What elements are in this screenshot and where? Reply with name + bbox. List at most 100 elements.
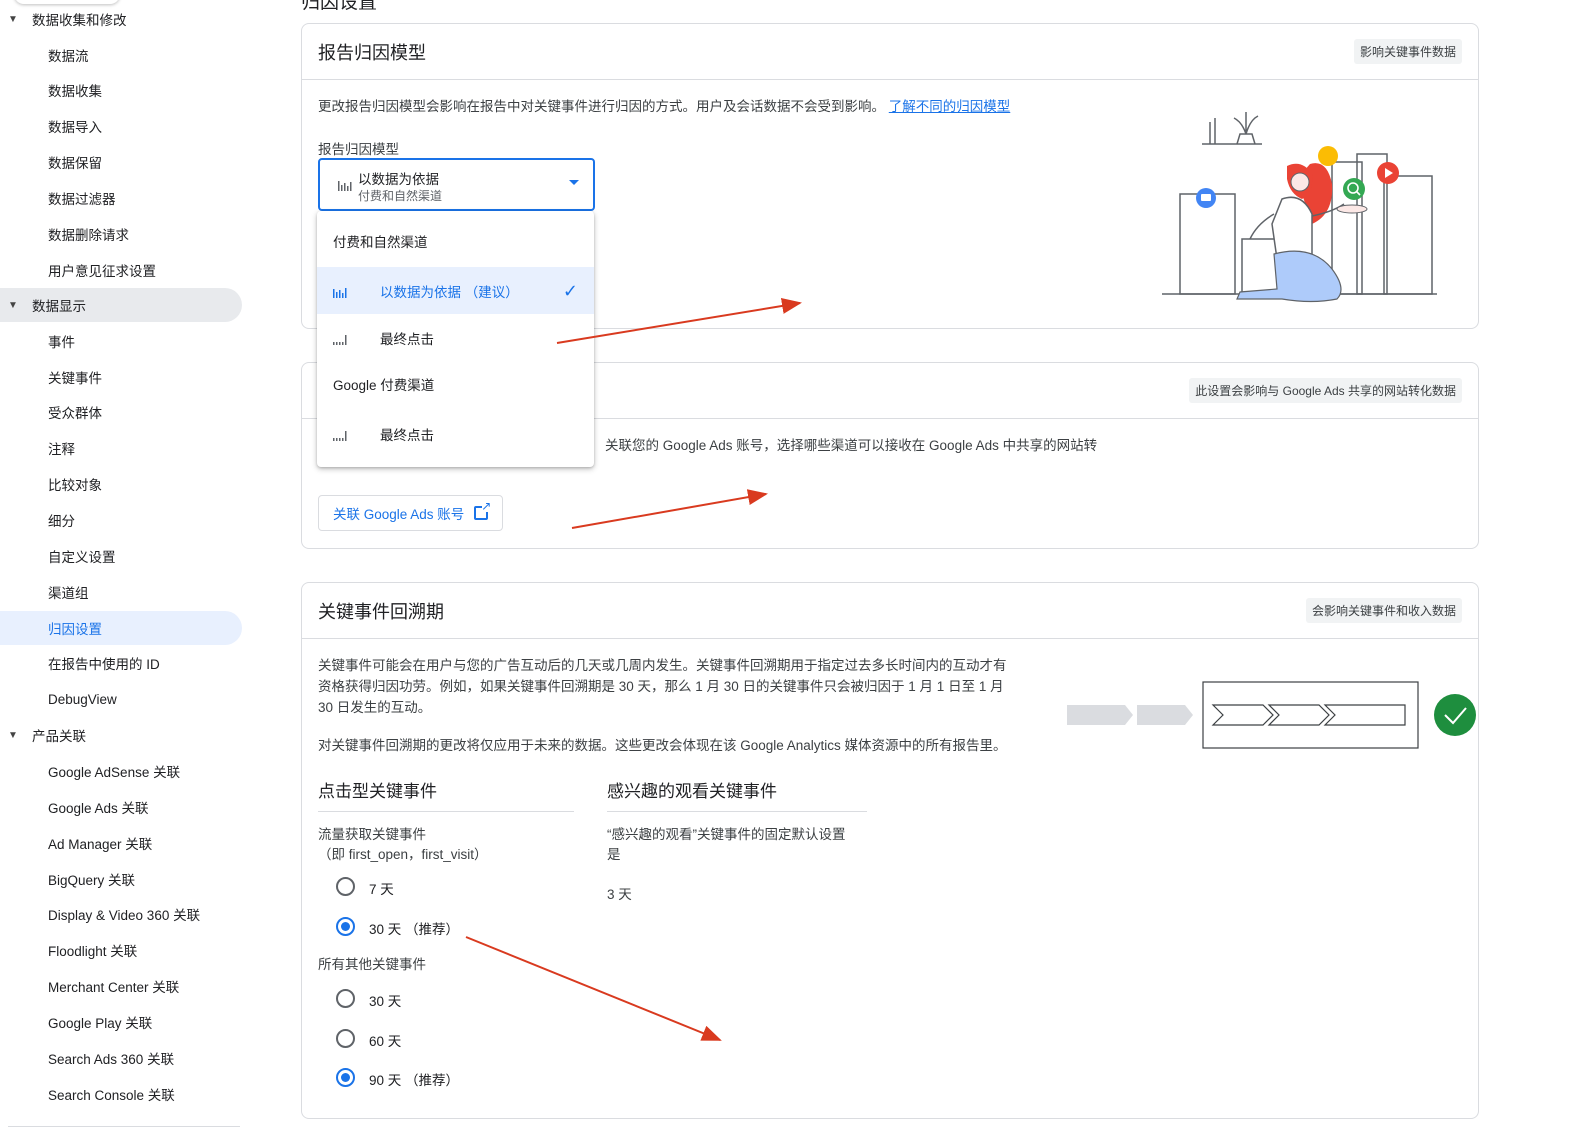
sidebar-item-label: Ad Manager 关联 bbox=[48, 837, 153, 852]
radio-other-30-days[interactable] bbox=[336, 989, 355, 1008]
field-label: 报告归因模型 bbox=[318, 142, 399, 157]
sidebar-item-label: 归因设置 bbox=[48, 622, 102, 637]
sidebar-item-label: 用户意见征求设置 bbox=[48, 264, 156, 279]
sidebar-item-key-events[interactable]: 关键事件 bbox=[0, 360, 242, 394]
menu-item-last-click[interactable]: 最终点击 bbox=[317, 314, 594, 361]
link-google-ads-button[interactable]: 关联 Google Ads 账号 bbox=[318, 495, 504, 531]
radio-label: 30 天 bbox=[369, 994, 402, 1009]
sidebar-item-label: 渠道组 bbox=[48, 586, 89, 601]
sidebar-item-label: 事件 bbox=[48, 335, 75, 350]
caret-down-icon: ▼ bbox=[8, 299, 18, 311]
divider bbox=[8, 1126, 240, 1127]
sidebar-item-segments[interactable]: 细分 bbox=[0, 503, 242, 537]
sidebar-item-label: 数据过滤器 bbox=[48, 192, 116, 207]
description-line: 30 日发生的互动。 bbox=[318, 700, 432, 715]
lookback-illustration bbox=[1067, 681, 1476, 749]
card-header: 报告归因模型 影响关键事件数据 bbox=[302, 24, 1478, 80]
sidebar-item-floodlight-links[interactable]: Floodlight 关联 bbox=[0, 933, 242, 967]
sidebar-section-label: 产品关联 bbox=[32, 729, 86, 744]
page-title: 归因设置 bbox=[301, 0, 378, 13]
button-label: 关联 Google Ads 账号 bbox=[333, 507, 465, 522]
sidebar-item-data-deletion[interactable]: 数据删除请求 bbox=[0, 217, 242, 251]
sidebar-item-comparisons[interactable]: 比较对象 bbox=[0, 467, 242, 501]
sidebar-item-ad-manager-links[interactable]: Ad Manager 关联 bbox=[0, 826, 242, 860]
radio-acq-30-days[interactable] bbox=[336, 917, 355, 936]
last-click-bar-icon bbox=[333, 429, 347, 444]
sidebar-item-label: Google AdSense 关联 bbox=[48, 765, 181, 780]
sidebar-item-google-play-links[interactable]: Google Play 关联 bbox=[0, 1005, 242, 1039]
sidebar-item-events[interactable]: 事件 bbox=[0, 324, 242, 358]
open-in-new-icon bbox=[474, 499, 491, 520]
future-data-note: 对关键事件回溯期的更改将仅应用于未来的数据。这些更改会体现在该 Google A… bbox=[318, 738, 1007, 753]
sidebar-item-label: 在报告中使用的 ID bbox=[48, 657, 160, 672]
sidebar-item-adsense-links[interactable]: Google AdSense 关联 bbox=[0, 754, 242, 788]
sidebar-item-data-collection[interactable]: 数据收集 bbox=[0, 73, 242, 107]
card-title: 报告归因模型 bbox=[318, 42, 426, 63]
menu-item-label: 最终点击 bbox=[380, 427, 434, 443]
sidebar-item-data-filters[interactable]: 数据过滤器 bbox=[0, 181, 242, 215]
sidebar-section-product-links[interactable]: ▼ 产品关联 bbox=[0, 718, 242, 752]
description-line: 关键事件可能会在用户与您的广告互动后的几天或几周内发生。关键事件回溯期用于指定过… bbox=[318, 658, 1007, 673]
menu-item-ads-last-click[interactable]: 最终点击 bbox=[317, 410, 594, 457]
sidebar-item-label: Merchant Center 关联 bbox=[48, 980, 180, 995]
card-description: 更改报告归因模型会影响在报告中对关键事件进行归因的方式。用户及会话数据不会受到影… bbox=[318, 96, 1010, 117]
sidebar-item-channel-groups[interactable]: 渠道组 bbox=[0, 575, 242, 609]
card-header: 关键事件回溯期 会影响关键事件和收入数据 bbox=[302, 583, 1478, 639]
sidebar-item-custom-definitions[interactable]: 自定义设置 bbox=[0, 539, 242, 573]
sidebar-item-debugview[interactable]: DebugView bbox=[0, 682, 242, 716]
acquisition-label: 流量获取关键事件 bbox=[318, 827, 426, 842]
caret-down-icon: ▼ bbox=[8, 13, 18, 25]
sidebar-item-label: 数据收集 bbox=[48, 84, 102, 99]
radio-acq-7-days[interactable] bbox=[336, 877, 355, 896]
attribution-illustration bbox=[1162, 112, 1437, 303]
sidebar-section-data-collection[interactable]: ▼ 数据收集和修改 bbox=[0, 2, 242, 36]
sidebar-item-data-streams[interactable]: 数据流 bbox=[0, 38, 242, 72]
sidebar-item-label: DebugView bbox=[48, 691, 117, 707]
divider bbox=[318, 811, 574, 812]
sidebar-item-google-ads-links[interactable]: Google Ads 关联 bbox=[0, 790, 242, 824]
sidebar-item-data-import[interactable]: 数据导入 bbox=[0, 109, 242, 143]
divider bbox=[607, 811, 867, 812]
card-description: 关联您的 Google Ads 账号，选择哪些渠道可以接收在 Google Ad… bbox=[605, 438, 1098, 453]
sidebar-item-annotations[interactable]: 注释 bbox=[0, 431, 242, 465]
click-key-events-title: 点击型关键事件 bbox=[318, 782, 437, 801]
sidebar-item-data-retention[interactable]: 数据保留 bbox=[0, 145, 242, 179]
sidebar-item-label: 细分 bbox=[48, 514, 75, 529]
menu-group-label: 付费和自然渠道 bbox=[333, 235, 428, 250]
attribution-model-select[interactable]: 以数据为依据 付费和自然渠道 bbox=[318, 158, 595, 211]
sidebar-section-data-display[interactable]: ▼ 数据显示 bbox=[0, 288, 242, 322]
radio-label: 30 天 （推荐） bbox=[369, 922, 460, 937]
description-text: 更改报告归因模型会影响在报告中对关键事件进行归因的方式。用户及会话数据不会受到影… bbox=[318, 99, 885, 114]
sidebar-item-label: 受众群体 bbox=[48, 406, 102, 421]
acquisition-sublabel: （即 first_open，first_visit） bbox=[318, 847, 488, 862]
radio-other-60-days[interactable] bbox=[336, 1029, 355, 1048]
menu-item-label: 以数据为依据 （建议） bbox=[380, 284, 519, 300]
lookback-window-card: 关键事件回溯期 会影响关键事件和收入数据 关键事件可能会在用户与您的广告互动后的… bbox=[301, 582, 1479, 1119]
sidebar-item-reporting-identity[interactable]: 在报告中使用的 ID bbox=[0, 646, 242, 680]
sidebar-item-dv360-links[interactable]: Display & Video 360 关联 bbox=[0, 897, 242, 931]
radio-other-90-days[interactable] bbox=[336, 1068, 355, 1087]
last-click-bar-icon bbox=[333, 333, 347, 348]
sidebar-item-label: Search Ads 360 关联 bbox=[48, 1052, 175, 1067]
radio-label: 7 天 bbox=[369, 882, 394, 897]
sidebar-item-audiences[interactable]: 受众群体 bbox=[0, 395, 242, 429]
sidebar-item-search-ads-360-links[interactable]: Search Ads 360 关联 bbox=[0, 1041, 242, 1075]
sidebar-section-label: 数据收集和修改 bbox=[32, 13, 127, 28]
sidebar-item-consent-settings[interactable]: 用户意见征求设置 bbox=[0, 253, 242, 287]
sidebar-item-label: 数据导入 bbox=[48, 120, 102, 135]
bar-chart-icon bbox=[338, 178, 352, 196]
sidebar-item-label: Display & Video 360 关联 bbox=[48, 908, 201, 923]
learn-models-link[interactable]: 了解不同的归因模型 bbox=[889, 99, 1011, 114]
sidebar-item-search-console-links[interactable]: Search Console 关联 bbox=[0, 1077, 242, 1111]
sidebar-item-bigquery-links[interactable]: BigQuery 关联 bbox=[0, 862, 242, 896]
sidebar-item-attribution-settings[interactable]: 归因设置 bbox=[0, 611, 242, 645]
sidebar-item-label: Google Play 关联 bbox=[48, 1016, 153, 1031]
sidebar-item-label: Floodlight 关联 bbox=[48, 944, 138, 959]
sidebar-item-label: Search Console 关联 bbox=[48, 1088, 175, 1103]
dropdown-arrow-icon bbox=[569, 180, 579, 185]
sidebar-item-merchant-center-links[interactable]: Merchant Center 关联 bbox=[0, 969, 242, 1003]
radio-label: 60 天 bbox=[369, 1034, 402, 1049]
engaged-view-description: “感兴趣的观看”关键事件的固定默认设置 bbox=[607, 827, 846, 842]
menu-item-data-driven[interactable]: 以数据为依据 （建议） ✓ bbox=[317, 267, 594, 314]
radio-label: 90 天 （推荐） bbox=[369, 1073, 460, 1088]
